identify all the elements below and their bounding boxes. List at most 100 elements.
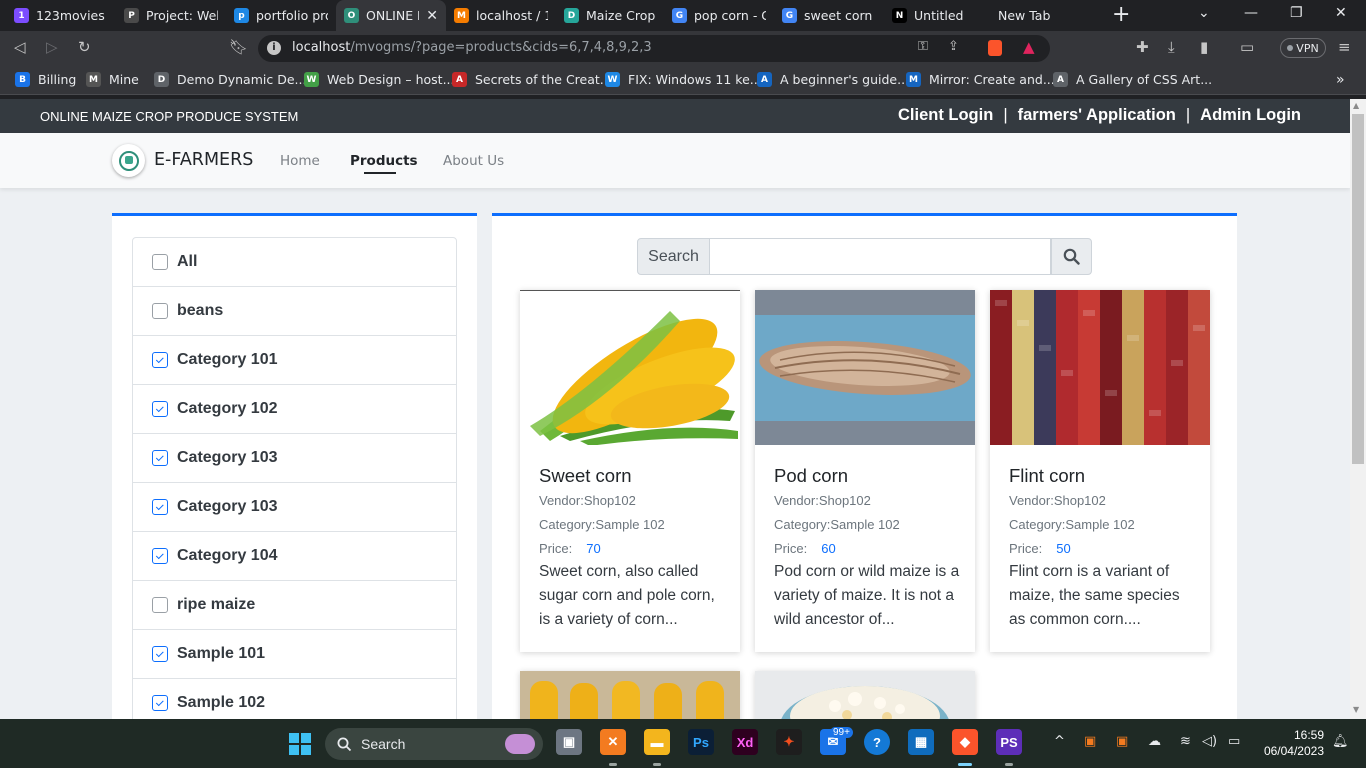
product-title[interactable]: Flint corn xyxy=(1009,465,1085,487)
help-icon[interactable]: ? xyxy=(864,729,890,755)
taskbar-search[interactable]: Search xyxy=(325,728,543,760)
product-image-pod-corn[interactable] xyxy=(755,290,975,445)
search-button[interactable] xyxy=(1051,238,1092,275)
product-title[interactable]: Pod corn xyxy=(774,465,848,487)
category-item[interactable]: Category 103 xyxy=(133,483,456,532)
key-icon[interactable]: ⚿ xyxy=(918,39,928,54)
nav-products-link[interactable]: Products xyxy=(350,153,418,169)
bookmark-item[interactable]: A A beginner's guide... xyxy=(757,72,909,87)
brave-shields-icon[interactable] xyxy=(988,40,1002,56)
battery-icon[interactable]: ▭ xyxy=(1228,734,1240,749)
bookmark-item[interactable]: D Demo Dynamic De... xyxy=(154,72,306,87)
file-explorer-icon[interactable]: ▬ xyxy=(644,729,670,755)
category-checkbox[interactable] xyxy=(152,254,168,270)
category-item[interactable]: beans xyxy=(133,287,456,336)
bookmark-icon[interactable]: 🔖︎ xyxy=(229,38,248,56)
bookmark-item[interactable]: A A Gallery of CSS Art... xyxy=(1053,72,1212,87)
product-card-partial[interactable] xyxy=(755,671,975,719)
xampp-icon[interactable]: ✕ xyxy=(600,729,626,755)
brave-browser-icon[interactable]: ◆ xyxy=(952,729,978,755)
client-login-link[interactable]: Client Login xyxy=(898,106,993,125)
category-item[interactable]: Category 104 xyxy=(133,532,456,581)
close-tab-icon[interactable]: ✕ xyxy=(426,8,438,24)
category-item[interactable]: Category 101 xyxy=(133,336,456,385)
downloads-icon[interactable]: ⤓ xyxy=(1168,38,1175,56)
extensions-puzzle-icon[interactable]: ✚ xyxy=(1136,38,1149,56)
sidebar-icon[interactable]: ▮ xyxy=(1200,38,1208,56)
scroll-down-arrow-icon[interactable]: ▼ xyxy=(1353,705,1359,714)
bookmark-item[interactable]: A Secrets of the Creat... xyxy=(452,72,612,87)
photoshop-icon[interactable]: Ps xyxy=(688,729,714,755)
scrollbar-thumb[interactable] xyxy=(1352,114,1364,464)
browser-tab[interactable]: 1 123movies - W xyxy=(6,0,116,31)
tray-xampp-icon[interactable]: ▣ xyxy=(1084,734,1096,749)
address-bar[interactable]: i localhost/mvogms/?page=products&cids=6… xyxy=(258,35,1050,62)
vpn-button[interactable]: VPN xyxy=(1280,38,1326,58)
wifi-icon[interactable]: ≋ xyxy=(1180,734,1191,749)
store-icon[interactable]: ▦ xyxy=(908,729,934,755)
product-image-popcorn[interactable] xyxy=(755,671,975,719)
category-item[interactable]: ripe maize xyxy=(133,581,456,630)
minimize-icon[interactable]: — xyxy=(1244,5,1258,21)
brand-logo-icon[interactable] xyxy=(112,144,145,177)
task-view-icon[interactable]: ▣ xyxy=(556,729,582,755)
category-item[interactable]: Sample 102 xyxy=(133,679,456,719)
wallet-icon[interactable]: ▭ xyxy=(1240,38,1254,56)
category-checkbox[interactable] xyxy=(152,401,168,417)
bookmark-item[interactable]: B Billing xyxy=(15,72,76,87)
adobe-xd-icon[interactable]: Xd xyxy=(732,729,758,755)
notifications-icon[interactable]: 🔔︎ xyxy=(1332,734,1349,749)
tab-search-chevron-icon[interactable]: ⌄ xyxy=(1198,5,1210,21)
product-image-flint-corn[interactable] xyxy=(990,290,1210,445)
category-checkbox[interactable] xyxy=(152,597,168,613)
category-checkbox[interactable] xyxy=(152,303,168,319)
bookmark-item[interactable]: W FIX: Windows 11 ke... xyxy=(605,72,762,87)
browser-tab[interactable]: New Tab xyxy=(990,0,1100,31)
tray-cloud-icon[interactable]: ☁ xyxy=(1148,734,1161,749)
product-card[interactable]: Flint corn Vendor:Shop102 Category:Sampl… xyxy=(990,290,1210,652)
browser-tab[interactable]: G sweet corn - C xyxy=(774,0,884,31)
browser-tab[interactable]: G pop corn - Go xyxy=(664,0,774,31)
browser-tab[interactable]: D Maize Crop P xyxy=(556,0,666,31)
search-input[interactable] xyxy=(710,238,1051,275)
category-item[interactable]: All xyxy=(133,238,456,287)
nav-about-link[interactable]: About Us xyxy=(443,153,504,169)
browser-tab[interactable]: p portfolio proje xyxy=(226,0,336,31)
scroll-up-arrow-icon[interactable]: ▲ xyxy=(1353,101,1359,110)
bookmarks-overflow-icon[interactable]: » xyxy=(1336,72,1345,88)
product-card[interactable]: Pod corn Vendor:Shop102 Category:Sample … xyxy=(755,290,975,652)
category-checkbox[interactable] xyxy=(152,646,168,662)
category-item[interactable]: Sample 101 xyxy=(133,630,456,679)
category-item[interactable]: Category 102 xyxy=(133,385,456,434)
product-card[interactable]: Sweet corn Vendor:Shop102 Category:Sampl… xyxy=(520,290,740,652)
category-checkbox[interactable] xyxy=(152,352,168,368)
page-scrollbar[interactable]: ▲ ▼ xyxy=(1350,99,1366,719)
reload-icon[interactable]: ↻ xyxy=(78,38,91,56)
browser-tab-active[interactable]: O ONLINE M ✕ xyxy=(336,0,446,31)
figma-icon[interactable]: ✦ xyxy=(776,729,802,755)
share-icon[interactable]: ⇪ xyxy=(948,39,959,54)
tray-overflow-chevron-icon[interactable]: ^ xyxy=(1054,734,1065,749)
brand-name[interactable]: E-FARMERS xyxy=(154,150,253,170)
product-image-corn-cobs[interactable] xyxy=(520,671,740,719)
browser-tab[interactable]: N Untitled xyxy=(884,0,994,31)
category-checkbox[interactable] xyxy=(152,499,168,515)
browser-tab[interactable]: M localhost / 12 xyxy=(446,0,556,31)
admin-login-link[interactable]: Admin Login xyxy=(1200,106,1301,125)
forward-arrow-icon[interactable]: ▷ xyxy=(46,38,58,56)
category-checkbox[interactable] xyxy=(152,548,168,564)
taskbar-clock[interactable]: 16:59 06/04/2023 xyxy=(1258,727,1324,759)
farmers-application-link[interactable]: farmers' Application xyxy=(1018,106,1176,125)
category-checkbox[interactable] xyxy=(152,450,168,466)
close-window-icon[interactable]: ✕ xyxy=(1335,5,1347,21)
site-info-icon[interactable]: i xyxy=(267,41,281,55)
maximize-icon[interactable]: ❐ xyxy=(1290,5,1303,21)
nav-home-link[interactable]: Home xyxy=(280,153,320,169)
new-tab-plus-icon[interactable]: + xyxy=(1112,4,1130,26)
bookmark-item[interactable]: M Mirror: Create and... xyxy=(906,72,1055,87)
product-image-sweet-corn[interactable] xyxy=(520,290,740,445)
product-card-partial[interactable] xyxy=(520,671,740,719)
back-arrow-icon[interactable]: ◁ xyxy=(14,38,26,56)
brave-rewards-icon[interactable]: ▲ xyxy=(1023,38,1035,56)
bookmark-item[interactable]: W Web Design – host... xyxy=(304,72,454,87)
